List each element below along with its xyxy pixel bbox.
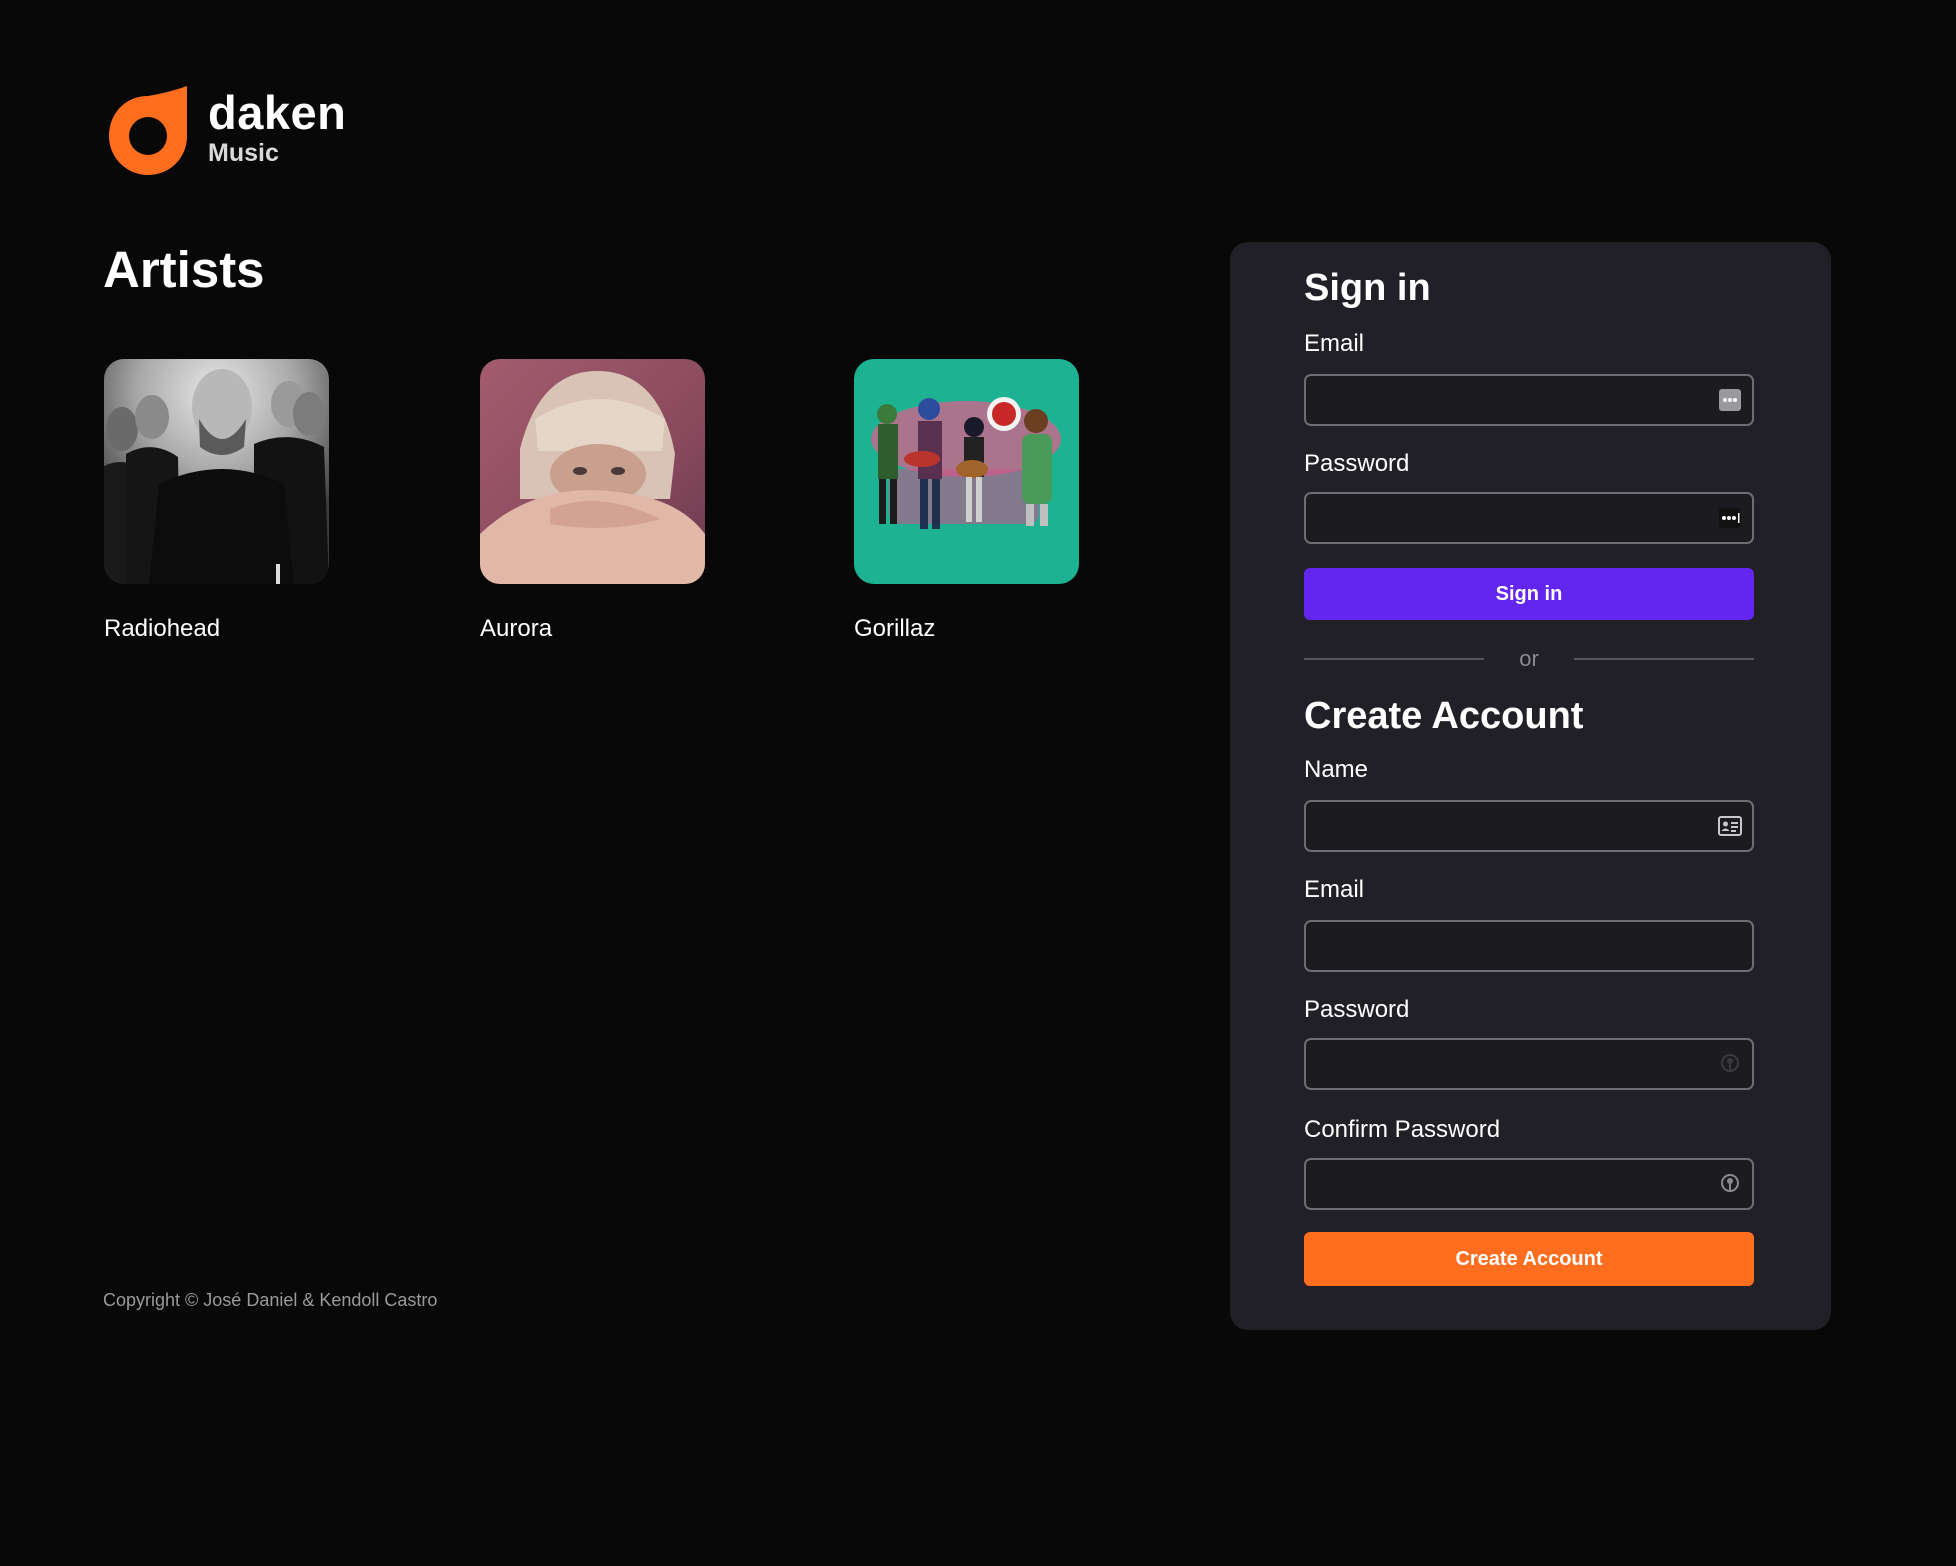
artist-name[interactable]: Radiohead: [104, 614, 330, 644]
create-confirm-field[interactable]: [1304, 1158, 1754, 1210]
create-email-field[interactable]: [1304, 920, 1754, 972]
signin-password-label: Password: [1304, 450, 1410, 477]
create-account-heading: Create Account: [1304, 695, 1584, 737]
brand-subtitle: Music: [208, 139, 279, 167]
signin-heading: Sign in: [1304, 267, 1431, 309]
radiohead-photo[interactable]: [104, 359, 329, 584]
signin-email-field[interactable]: [1304, 374, 1754, 426]
artist-card-radiohead[interactable]: Radiohead: [104, 359, 330, 644]
create-name-label: Name: [1304, 756, 1369, 783]
signin-email-input[interactable]: [1306, 376, 1752, 424]
artist-card-gorillaz[interactable]: Gorillaz: [854, 359, 1080, 644]
artists-heading: Artists: [103, 241, 265, 298]
key-lock-icon[interactable]: [1718, 1172, 1742, 1196]
page: daken Music Artists Radiohead Aurora Gor…: [0, 0, 1956, 1566]
brand-name: daken: [208, 86, 347, 139]
create-email-label: Email: [1304, 876, 1365, 903]
artist-card-aurora[interactable]: Aurora: [480, 359, 706, 644]
password-dots-icon[interactable]: [1718, 506, 1742, 530]
artist-name[interactable]: Gorillaz: [854, 614, 1080, 644]
auth-panel: Sign in Email Password Sign in or Create…: [1230, 242, 1831, 1330]
or-divider: or: [1304, 644, 1754, 674]
divider-text: or: [1519, 646, 1539, 671]
create-confirm-input[interactable]: [1306, 1160, 1752, 1208]
copyright-text: Copyright © José Daniel & Kendoll Castro: [103, 1290, 438, 1310]
create-confirm-label: Confirm Password: [1304, 1116, 1501, 1143]
more-dots-icon[interactable]: [1718, 388, 1742, 412]
contact-card-icon[interactable]: [1718, 814, 1742, 838]
create-email-input[interactable]: [1306, 922, 1752, 970]
daken-logo-icon: [109, 86, 187, 175]
divider-line-left: [1304, 658, 1484, 660]
artist-name[interactable]: Aurora: [480, 614, 706, 644]
divider-line-right: [1574, 658, 1754, 660]
signin-email-label: Email: [1304, 330, 1365, 357]
create-name-field[interactable]: [1304, 800, 1754, 852]
gorillaz-art[interactable]: [854, 359, 1079, 584]
create-password-field[interactable]: [1304, 1038, 1754, 1090]
aurora-photo[interactable]: [480, 359, 705, 584]
signin-password-field[interactable]: [1304, 492, 1754, 544]
signin-password-input[interactable]: [1306, 494, 1752, 542]
create-password-label: Password: [1304, 996, 1410, 1023]
create-password-input[interactable]: [1306, 1040, 1752, 1088]
signin-button[interactable]: Sign in: [1304, 568, 1754, 620]
create-account-button[interactable]: Create Account: [1304, 1232, 1754, 1286]
key-lock-icon[interactable]: [1718, 1052, 1742, 1076]
create-name-input[interactable]: [1306, 802, 1752, 850]
brand-logo[interactable]: daken Music: [103, 78, 346, 178]
